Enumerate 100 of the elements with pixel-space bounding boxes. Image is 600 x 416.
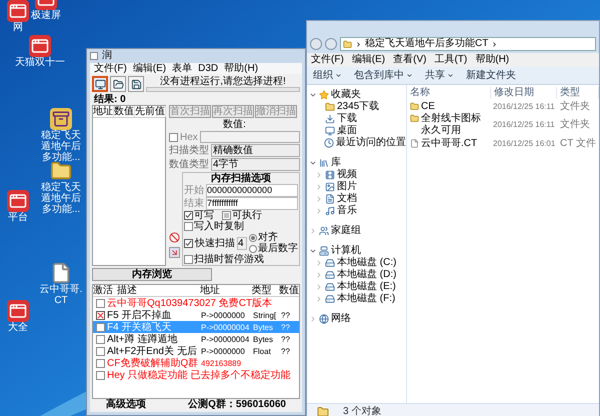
nav-item[interactable]: 本地磁盘 (C:) (337, 257, 396, 269)
file-name: CE (421, 100, 435, 112)
checkbox[interactable] (96, 298, 104, 308)
nav-item[interactable]: 视频 (337, 169, 357, 181)
nav-item[interactable]: 桌面 (337, 125, 357, 137)
checkbox[interactable] (96, 370, 104, 380)
menu-item[interactable]: 工具(T) (434, 54, 468, 66)
file-row[interactable]: 全射线卡图标永久可用 2016/12/25 16:11 文件夹 (407, 113, 599, 137)
nav-item[interactable]: 计算机 (331, 245, 361, 257)
toolbar-button[interactable]: 包含到库中 (354, 70, 413, 82)
option-label: 写入时复制 (194, 221, 244, 232)
value-field[interactable] (200, 131, 300, 143)
fast-scan-field[interactable]: 4 (237, 236, 247, 250)
cheat-row[interactable]: CF免费破解辅助Q群 492163889 (93, 357, 299, 369)
open-folder-icon[interactable] (110, 76, 126, 92)
column-header[interactable]: 地址 (200, 285, 252, 296)
checkbox[interactable] (96, 358, 104, 368)
column-header[interactable]: 数值 (114, 106, 135, 117)
desktop-icon-label[interactable]: 天猫双十一 (8, 57, 72, 68)
back-button[interactable] (310, 38, 322, 50)
checkbox[interactable] (96, 322, 104, 332)
column-header[interactable]: 数值 (279, 285, 300, 296)
expander-icon[interactable] (309, 247, 317, 255)
description-cell-text: Alt+蹲 连蹲遁地 (107, 334, 178, 344)
checkbox[interactable] (184, 238, 193, 248)
column-header[interactable]: 描述 (116, 285, 200, 296)
column-header[interactable]: 类型 (557, 86, 599, 98)
file-row[interactable]: 云中哥哥.CT 2016/12/25 16:01 CT 文件 (407, 137, 599, 150)
menu-item[interactable]: 表单 (172, 63, 192, 74)
menu-item[interactable]: 查看(V) (393, 54, 426, 66)
column-header[interactable]: 先前值 (135, 106, 166, 117)
desktop-icon-label[interactable]: 极速屏 (14, 10, 78, 21)
checkbox[interactable] (169, 132, 178, 142)
field-label: 开始 (184, 185, 204, 196)
cheat-row[interactable]: Alt+蹲 连蹲遁地 P->00000004 Bytes ?? (93, 333, 299, 345)
menu-item[interactable]: 文件(F) (311, 54, 344, 66)
arrow-icon[interactable] (169, 247, 180, 258)
checkbox[interactable] (184, 255, 193, 264)
forward-button[interactable] (325, 38, 337, 50)
address-bar[interactable]: 稳定飞天遁地午后多功能CT (340, 37, 596, 51)
nav-item[interactable]: 音乐 (337, 205, 357, 217)
expander-icon[interactable] (309, 91, 317, 99)
menu-item[interactable]: 编辑(E) (352, 54, 386, 66)
file-row[interactable]: CE 2016/12/25 16:11 文件夹 (407, 100, 599, 113)
desktop-icon-label[interactable]: 平台 (0, 212, 50, 223)
nav-item[interactable]: 2345下载 (337, 101, 380, 113)
nav-item[interactable]: 最近访问的位置 (336, 137, 406, 149)
column-header[interactable]: 修改日期 (491, 86, 557, 98)
nav-item[interactable]: 库 (331, 157, 341, 169)
dropdown[interactable]: 精确数值 (211, 144, 300, 157)
save-icon[interactable] (128, 76, 144, 92)
nav-item[interactable]: 本地磁盘 (E:) (337, 281, 396, 293)
menu-item[interactable]: 帮助(H) (224, 63, 258, 74)
column-header[interactable]: 类型 (251, 285, 280, 296)
address-field[interactable]: 0000000000000 (206, 184, 298, 197)
radio-button[interactable] (249, 244, 257, 252)
menu-item[interactable]: D3D (198, 63, 218, 74)
desktop-icon-label[interactable]: 大全 (0, 322, 50, 333)
checkbox[interactable] (222, 211, 231, 220)
nav-item[interactable]: 家庭组 (331, 225, 361, 237)
cheat-row[interactable]: Hey 只做稳定功能 已去掉多个不稳定功能 (93, 369, 299, 381)
desktop-icon-label[interactable]: 稳定飞天遁地午后多功能... (38, 182, 84, 215)
toolbar-button[interactable]: 组织 (313, 70, 342, 82)
nav-item[interactable]: 本地磁盘 (D:) (337, 269, 396, 281)
checkbox[interactable] (96, 334, 104, 344)
stop-icon[interactable] (169, 232, 180, 243)
nav-item[interactable]: 本地磁盘 (F:) (337, 293, 396, 305)
nav-item[interactable]: 图片 (337, 181, 357, 193)
desktop-icon-label[interactable]: 稳定飞天遁地午后多功能... (38, 130, 84, 163)
menu-item[interactable]: 帮助(H) (475, 54, 510, 66)
toolbar-button[interactable]: 新建文件夹 (466, 70, 516, 82)
library-icon (319, 158, 329, 168)
nav-item[interactable]: 下载 (337, 113, 357, 125)
address-field[interactable]: 7fffffffffff (206, 197, 298, 210)
column-header[interactable]: 地址 (93, 106, 114, 117)
column-header[interactable]: 名称 (407, 86, 491, 98)
checkbox[interactable] (184, 211, 193, 220)
checkbox[interactable] (184, 222, 193, 231)
address-cell-text: P->00000004 (201, 334, 250, 344)
desktop-icon-label[interactable]: 网 (0, 22, 50, 33)
nav-item[interactable]: 文档 (337, 193, 357, 205)
nav-item[interactable]: 收藏夹 (331, 89, 361, 101)
toolbar-button[interactable]: 共享 (425, 70, 454, 82)
expander-icon[interactable] (309, 159, 317, 167)
checkbox[interactable] (96, 346, 104, 356)
monitor-icon[interactable] (92, 76, 108, 92)
radio-button[interactable] (249, 234, 257, 242)
desktop-icon-label[interactable]: 云中哥哥.CT (38, 284, 84, 306)
menu-item[interactable]: 文件(F) (94, 63, 127, 74)
memory-view-button[interactable]: 内存浏览 (92, 268, 212, 281)
menu-item[interactable]: 编辑(E) (132, 63, 166, 74)
file-type: 文件夹 (559, 100, 591, 112)
cheat-row[interactable]: Alt+F2开End关 无后 P->0000000 Float ?? (93, 345, 299, 357)
dropdown[interactable]: 4字节 (211, 158, 300, 171)
cheat-row[interactable]: 云中哥哥Qq1039473027 免费CT版本 (93, 297, 299, 309)
column-header[interactable]: 激活 (93, 285, 117, 296)
checkbox[interactable] (96, 310, 104, 320)
nav-item[interactable]: 网络 (331, 313, 351, 325)
folder-icon (410, 114, 419, 123)
cheat-row[interactable]: F5 开启不掉血 P->0000000 String[ ?? (93, 309, 299, 321)
